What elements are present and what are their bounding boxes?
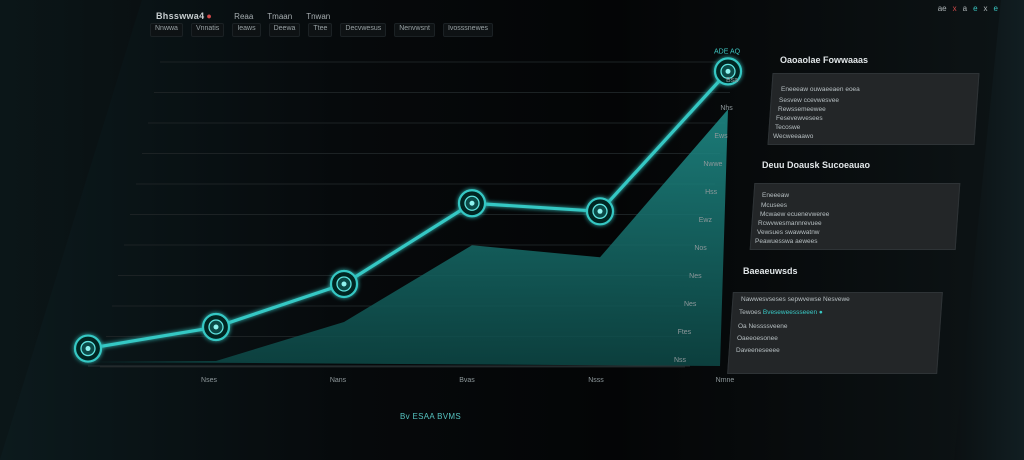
y-tick-label: Nwwe — [703, 161, 722, 168]
summary-line-2: Tewoes Bveseweessseeen ● — [739, 309, 823, 316]
data-point[interactable] — [201, 312, 231, 342]
y-tick-label: Nss — [674, 357, 687, 364]
overview-line-1: Eneeeaw ouwaeeaen eoea — [781, 86, 860, 93]
x-tick-label: Nsss — [588, 377, 604, 384]
y-tick-label: Bsa — [726, 77, 738, 84]
details-line-6: Peawuesswa aewees — [755, 238, 818, 245]
data-point[interactable] — [457, 189, 487, 218]
summary-line-4: Oaeeoesonee — [737, 335, 778, 342]
y-tick-label: Hss — [705, 189, 718, 196]
overview-line-3: Rewssemeewee — [778, 106, 826, 113]
monitor-screen: Bhsswwa4 ● Reaa Tmaan Tnwan ae x a e x e … — [0, 0, 1024, 460]
y-tick-label: Nos — [694, 245, 707, 252]
details-title: Deuu Doausk Sucoeauao — [762, 160, 871, 170]
summary-line-5: Daveeneseeee — [736, 347, 780, 354]
details-line-1: Eneeeaw — [762, 192, 790, 199]
x-axis-title: Bv ESAA BVMS — [400, 412, 461, 421]
details-line-5: Vewsues swawwatnw — [757, 229, 820, 236]
area-fill — [88, 109, 728, 366]
y-tick-label: Nhs — [720, 105, 733, 112]
x-tick-label: Bvas — [459, 377, 475, 384]
y-tick-label: Ewz — [699, 217, 713, 224]
summary-box — [727, 292, 943, 374]
summary-title: Baeaeuwsds — [743, 266, 798, 276]
data-point[interactable] — [585, 197, 615, 226]
y-tick-label: Ews — [714, 133, 728, 140]
x-tick-label: Nmne — [716, 377, 735, 384]
details-line-4: Rcwvwesmannrevuee — [758, 220, 822, 227]
y-tick-label: Ftes — [678, 329, 692, 336]
y-tick-label: Nes — [684, 301, 697, 308]
summary-line-1: Nawwesvseses sepwvewse Nesvewe — [741, 296, 850, 303]
details-line-2: Mcusees — [761, 202, 788, 209]
overview-title: Oaoaolae Fowwaaas — [780, 55, 869, 65]
details-line-3: Mcwaew ecuenevweree — [760, 211, 830, 218]
chart-area — [88, 109, 728, 367]
x-axis-ticks: Nses Nans Bvas Nsss Nmne — [201, 377, 734, 384]
highlight-label: ADE AQ — [714, 48, 741, 55]
overview-line-2: Sesvew ccevwesvee — [779, 97, 839, 104]
x-tick-label: Nans — [330, 377, 347, 384]
summary-line-3: Oa Nessssveene — [738, 323, 788, 330]
overview-line-4: Fesevewvesees — [776, 115, 823, 122]
data-point[interactable] — [329, 269, 359, 299]
overview-line-6: Wecweeaawo — [773, 133, 814, 140]
y-tick-label: Nes — [689, 273, 702, 280]
overview-line-5: Tecoswe — [775, 124, 801, 131]
data-point[interactable] — [73, 334, 103, 363]
x-tick-label: Nses — [201, 377, 217, 384]
